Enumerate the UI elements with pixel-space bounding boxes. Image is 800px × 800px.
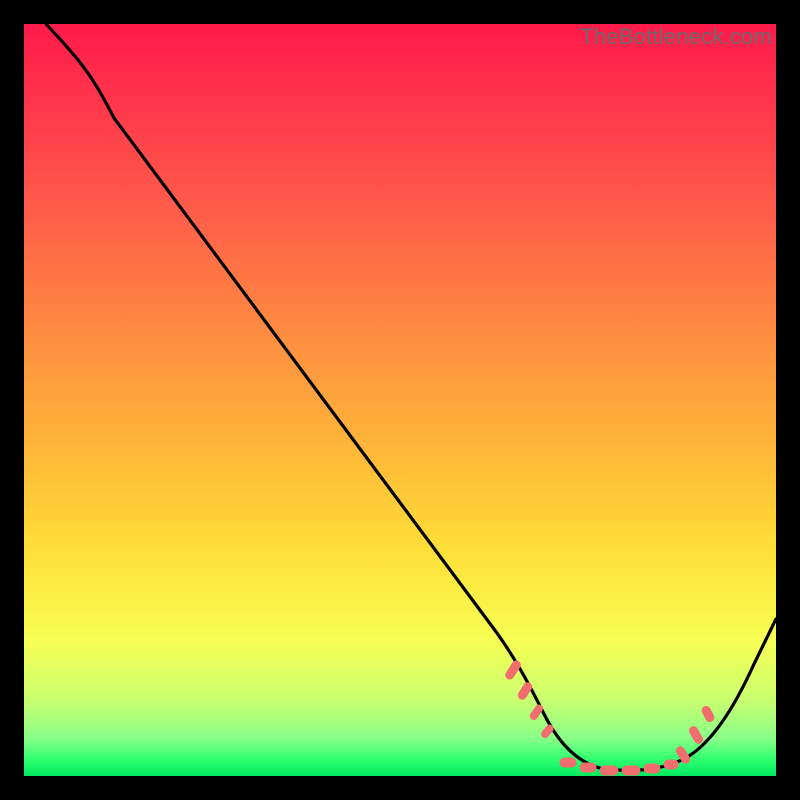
chart-plot <box>24 24 776 776</box>
chart-frame: TheBottleneck.com <box>24 24 776 776</box>
marker-cluster <box>504 659 715 775</box>
watermark-text: TheBottleneck.com <box>580 24 772 50</box>
curve-line <box>46 24 776 770</box>
